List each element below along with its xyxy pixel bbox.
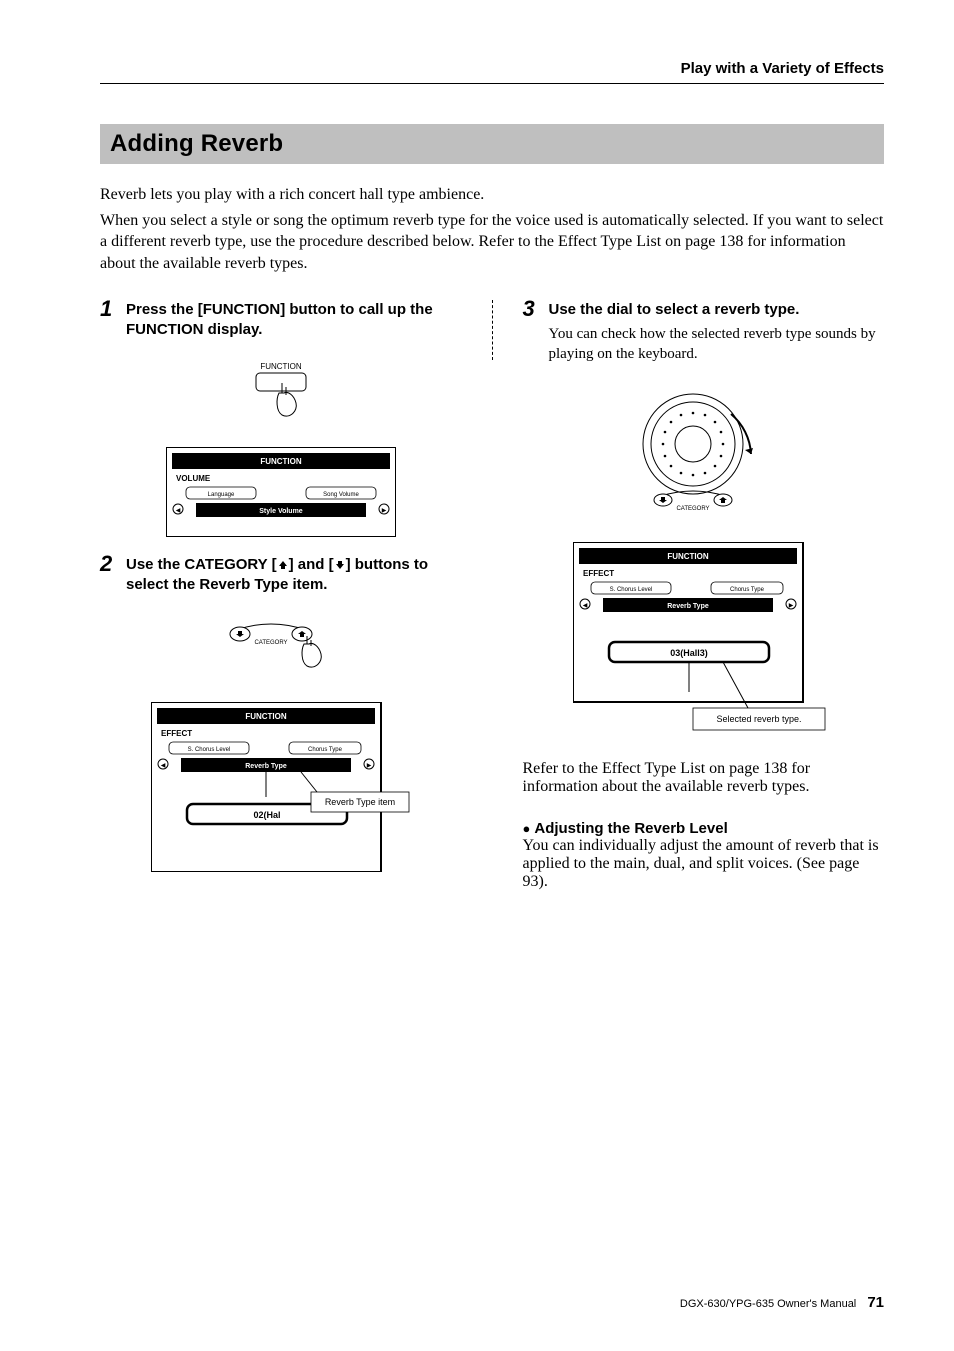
- figure-lcd-selected-reverb: FUNCTION EFFECT S. Chorus Level Chorus T…: [523, 542, 885, 742]
- lcd-center: Style Volume: [259, 508, 303, 515]
- figure-category-buttons: CATEGORY: [100, 614, 462, 684]
- lcd-center-2: Reverb Type: [245, 763, 287, 770]
- figure-lcd-reverb-type-item: FUNCTION EFFECT S. Chorus Level Chorus T…: [100, 702, 462, 872]
- lcd-value-2: 02(Hal: [253, 810, 280, 820]
- page-section-title: Play with a Variety of Effects: [100, 60, 884, 77]
- step-3-body: You can check how the selected reverb ty…: [549, 324, 885, 365]
- callout-selected-reverb-type: Selected reverb type.: [717, 714, 802, 724]
- lcd-left-3: S. Chorus Level: [610, 587, 653, 593]
- intro-text: Reverb lets you play with a rich concert…: [100, 184, 884, 274]
- callout-reverb-type-item: Reverb Type item: [325, 797, 395, 807]
- svg-text:▶: ▶: [789, 603, 794, 609]
- intro-paragraph-2: When you select a style or song the opti…: [100, 210, 884, 275]
- subsection-body: You can individually adjust the amount o…: [523, 837, 885, 891]
- lcd-right-3: Chorus Type: [730, 587, 765, 593]
- figure-function-button: FUNCTION: [100, 359, 462, 429]
- subsection-heading: ●Adjusting the Reverb Level: [523, 820, 885, 837]
- column-separator: [492, 300, 493, 360]
- step-1: 1 Press the [FUNCTION] button to call up…: [100, 300, 462, 339]
- page-footer: DGX-630/YPG-635 Owner's Manual 71: [680, 1294, 884, 1311]
- step-2-title-b: ] and [: [289, 556, 334, 573]
- page-number: 71: [867, 1294, 884, 1311]
- footer-text: DGX-630/YPG-635 Owner's Manual: [680, 1298, 856, 1310]
- lcd-center-3: Reverb Type: [668, 603, 710, 610]
- lcd-title-2: FUNCTION: [245, 712, 287, 721]
- header-rule: [100, 83, 884, 84]
- step-number-1: 1: [100, 296, 112, 322]
- section-heading-adding-reverb: Adding Reverb: [100, 124, 884, 164]
- step-3-title: Use the dial to select a reverb type.: [549, 300, 885, 320]
- step-2: 2 Use the CATEGORY [] and [] buttons to …: [100, 555, 462, 594]
- category-down-icon: [334, 559, 346, 571]
- lcd-left-2: S. Chorus Level: [187, 747, 230, 753]
- function-button-label: FUNCTION: [260, 362, 302, 371]
- step-number-2: 2: [100, 551, 112, 577]
- lcd-right-2: Chorus Type: [308, 747, 343, 753]
- lcd-title: FUNCTION: [260, 457, 302, 466]
- figure-lcd-volume: FUNCTION VOLUME Language Song Volume ◀ ▶…: [100, 447, 462, 537]
- lcd-section-effect-3: EFFECT: [583, 569, 614, 578]
- svg-text:◀: ◀: [175, 508, 180, 514]
- svg-text:◀: ◀: [160, 763, 165, 769]
- svg-text:◀: ◀: [583, 603, 588, 609]
- step-number-3: 3: [523, 296, 535, 322]
- step-3-after: Refer to the Effect Type List on page 13…: [523, 760, 885, 796]
- step-1-title: Press the [FUNCTION] button to call up t…: [126, 300, 462, 339]
- lcd-section-volume: VOLUME: [176, 474, 211, 483]
- svg-text:▶: ▶: [381, 508, 386, 514]
- lcd-left: Language: [207, 492, 234, 498]
- intro-paragraph-1: Reverb lets you play with a rich concert…: [100, 184, 884, 206]
- lcd-right: Song Volume: [323, 492, 359, 498]
- step-2-title-a: Use the CATEGORY [: [126, 556, 277, 573]
- subsection-heading-text: Adjusting the Reverb Level: [534, 820, 727, 837]
- category-label-3: CATEGORY: [677, 506, 710, 512]
- lcd-title-3: FUNCTION: [668, 552, 710, 561]
- category-up-icon: [277, 559, 289, 571]
- category-label: CATEGORY: [254, 640, 287, 646]
- step-3: 3 Use the dial to select a reverb type. …: [523, 300, 885, 364]
- bullet-icon: ●: [523, 821, 531, 836]
- svg-text:▶: ▶: [366, 763, 371, 769]
- lcd-section-effect: EFFECT: [161, 729, 192, 738]
- figure-dial: CATEGORY: [523, 384, 885, 524]
- step-2-title: Use the CATEGORY [] and [] buttons to se…: [126, 555, 462, 594]
- lcd-value-3: 03(Hall3): [670, 648, 708, 658]
